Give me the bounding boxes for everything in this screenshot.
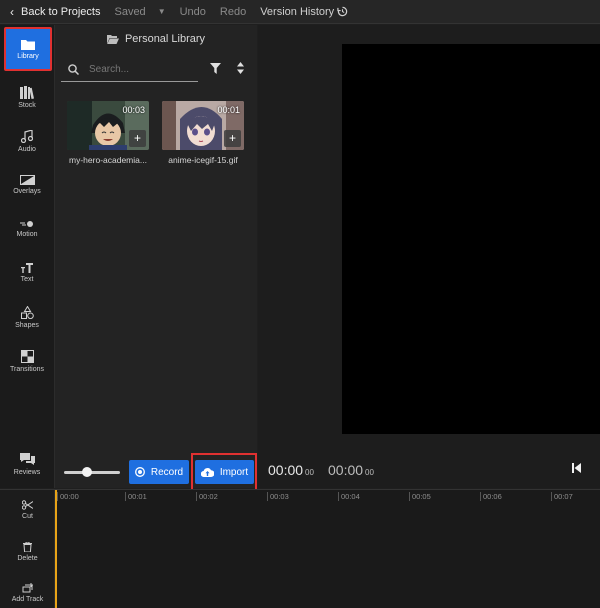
version-history-label: Version History: [260, 5, 335, 18]
media-thumbnail[interactable]: 00:03 +: [67, 101, 149, 150]
chevron-down-icon[interactable]: ▼: [158, 7, 166, 16]
sidebar-item-label: Library: [17, 52, 39, 60]
overlay-icon: [19, 175, 35, 185]
current-time-value: 00:00: [268, 462, 304, 478]
duration-badge: 00:03: [122, 105, 145, 115]
scissors-icon: [22, 500, 33, 510]
sidebar-item-reviews[interactable]: Reviews: [0, 444, 54, 484]
sidebar-item-label: Shapes: [15, 321, 39, 329]
chevron-left-icon: ‹: [10, 4, 14, 19]
top-bar: ‹ Back to Projects Saved ▼ Undo Redo Ver…: [0, 0, 600, 24]
total-time: 00:00 00: [328, 462, 374, 478]
ruler-tick: 00:04: [338, 492, 360, 501]
folder-open-icon: [106, 34, 119, 44]
add-to-timeline-icon[interactable]: +: [224, 130, 241, 147]
sidebar-item-label: Overlays: [13, 188, 41, 195]
playhead[interactable]: [55, 490, 57, 608]
text-icon: [21, 263, 33, 273]
media-filename: my-hero-academia...: [69, 155, 147, 165]
library-panel: Personal Library 00:03 + my-hero-academi…: [55, 25, 257, 488]
filter-icon[interactable]: [210, 63, 221, 74]
library-title: Personal Library: [55, 33, 257, 45]
search-input[interactable]: [89, 64, 189, 75]
sidebar-item-motion[interactable]: Motion: [0, 209, 54, 249]
sidebar-item-text[interactable]: Text: [0, 253, 54, 293]
record-icon: [134, 467, 145, 477]
library-title-text: Personal Library: [124, 33, 206, 45]
sidebar-item-label: Audio: [18, 145, 36, 153]
zoom-slider-handle[interactable]: [82, 467, 92, 477]
sidebar-item-shapes[interactable]: Shapes: [0, 297, 54, 337]
import-button[interactable]: Import: [195, 460, 254, 484]
add-track-button[interactable]: Add Track: [0, 583, 55, 603]
timeline-tools: Cut Delete Add Track: [0, 490, 55, 608]
timeline-ruler[interactable]: 00:00 00:01 00:02 00:03 00:04 00:05 00:0…: [55, 490, 600, 502]
ruler-tick: 00:01: [125, 492, 147, 501]
left-sidebar: Library Stock Audio Overlays Motion Text…: [0, 25, 55, 488]
folder-icon: [21, 39, 35, 50]
sidebar-item-overlays[interactable]: Overlays: [0, 165, 54, 205]
undo-button[interactable]: Undo: [180, 6, 206, 18]
sort-icon[interactable]: [237, 62, 244, 74]
media-filename: anime-icegif-15.gif: [168, 155, 238, 165]
cut-button[interactable]: Cut: [0, 500, 55, 520]
search-box: [61, 58, 198, 82]
ruler-tick: 00:05: [409, 492, 431, 501]
total-time-frames: 00: [365, 468, 374, 477]
chat-icon: [19, 452, 35, 465]
delete-button[interactable]: Delete: [0, 542, 55, 562]
ruler-tick: 00:00: [57, 492, 79, 501]
saved-status: Saved: [114, 5, 146, 18]
books-icon: [20, 85, 34, 99]
sidebar-item-label: Reviews: [13, 468, 41, 476]
delete-label: Delete: [17, 555, 38, 562]
ruler-tick: 00:03: [267, 492, 289, 501]
cloud-upload-icon: [200, 468, 214, 477]
back-to-projects-label: Back to Projects: [21, 5, 101, 18]
cut-label: Cut: [22, 513, 33, 520]
shapes-icon: [20, 305, 34, 319]
skip-to-start-icon[interactable]: [572, 463, 581, 473]
history-icon: [337, 6, 348, 17]
media-thumbnail[interactable]: 00:01 +: [162, 101, 244, 150]
motion-icon: [20, 221, 33, 227]
sidebar-item-transitions[interactable]: Transitions: [0, 341, 54, 381]
search-icon: [68, 64, 79, 75]
music-note-icon: [21, 129, 33, 143]
sidebar-item-label: Motion: [16, 231, 38, 238]
current-time-frames: 00: [305, 468, 314, 477]
sidebar-item-label: Transitions: [10, 365, 44, 373]
record-button[interactable]: Record: [129, 460, 189, 484]
ruler-tick: 00:02: [196, 492, 218, 501]
add-to-timeline-icon[interactable]: +: [129, 130, 146, 147]
video-preview-canvas[interactable]: [342, 44, 600, 434]
sidebar-item-stock[interactable]: Stock: [0, 77, 54, 117]
ruler-tick: 00:06: [480, 492, 502, 501]
add-track-label: Add Track: [11, 596, 44, 603]
sidebar-item-library[interactable]: Library: [4, 27, 52, 71]
sidebar-item-label: Text: [20, 276, 34, 283]
zoom-slider[interactable]: [64, 471, 120, 474]
ruler-tick: 00:07: [551, 492, 573, 501]
sidebar-item-label: Stock: [18, 101, 36, 109]
back-to-projects-link[interactable]: ‹ Back to Projects: [10, 5, 100, 19]
add-track-icon: [22, 583, 33, 593]
version-history-button[interactable]: Version History: [260, 6, 348, 18]
sidebar-item-audio[interactable]: Audio: [0, 121, 54, 161]
total-time-value: 00:00: [328, 462, 364, 478]
import-label: Import: [219, 466, 249, 478]
current-time: 00:00 00: [268, 462, 314, 478]
record-label: Record: [150, 466, 184, 478]
timeline: Cut Delete Add Track 00:00 00:01 00:02 0…: [0, 489, 600, 608]
trash-icon: [23, 542, 32, 552]
redo-button[interactable]: Redo: [220, 6, 246, 18]
transitions-icon: [20, 349, 34, 363]
duration-badge: 00:01: [217, 105, 240, 115]
